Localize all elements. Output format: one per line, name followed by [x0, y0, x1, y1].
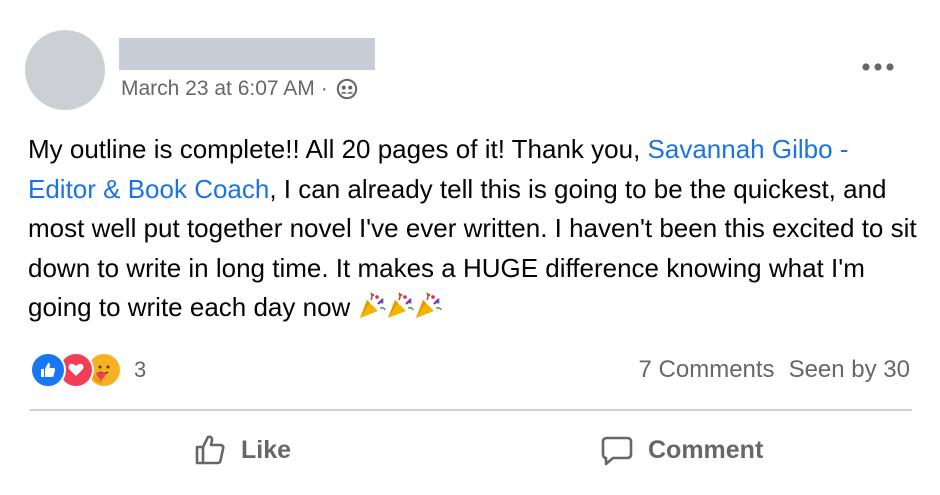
- thumbs-up-icon: [195, 435, 225, 465]
- comment-bubble-icon: [601, 436, 633, 466]
- post-timestamp[interactable]: March 23 at 6:07 AM: [121, 77, 315, 101]
- friends-icon[interactable]: [336, 78, 358, 100]
- comment-button[interactable]: Comment: [600, 425, 763, 475]
- party-popper-icon: [359, 292, 386, 318]
- meta-separator: ·: [320, 77, 328, 100]
- avatar[interactable]: [25, 30, 105, 110]
- more-dots-icon: [862, 63, 894, 71]
- reactions-summary[interactable]: 3: [30, 352, 146, 388]
- post-text-part1: My outline is complete!! All 20 pages of…: [28, 134, 648, 164]
- party-popper-icon: [415, 292, 442, 318]
- like-button[interactable]: Like: [193, 425, 291, 475]
- party-popper-icon: [387, 292, 414, 318]
- post-meta: March 23 at 6:07 AM ·: [121, 77, 358, 101]
- seen-by-link[interactable]: Seen by 30: [789, 356, 910, 384]
- like-reaction-icon: [30, 352, 66, 388]
- post-card: March 23 at 6:07 AM · My outline is comp…: [0, 0, 940, 495]
- like-label: Like: [241, 435, 292, 464]
- post-stats: 7 Comments Seen by 30: [639, 356, 910, 384]
- more-options-button[interactable]: [858, 54, 898, 80]
- comments-count-link[interactable]: 7 Comments: [639, 356, 775, 384]
- reaction-count: 3: [134, 357, 147, 382]
- author-name-redacted[interactable]: [119, 38, 375, 70]
- comment-label: Comment: [648, 435, 764, 464]
- actions-divider: [30, 409, 912, 411]
- post-body: My outline is complete!! All 20 pages of…: [28, 130, 918, 328]
